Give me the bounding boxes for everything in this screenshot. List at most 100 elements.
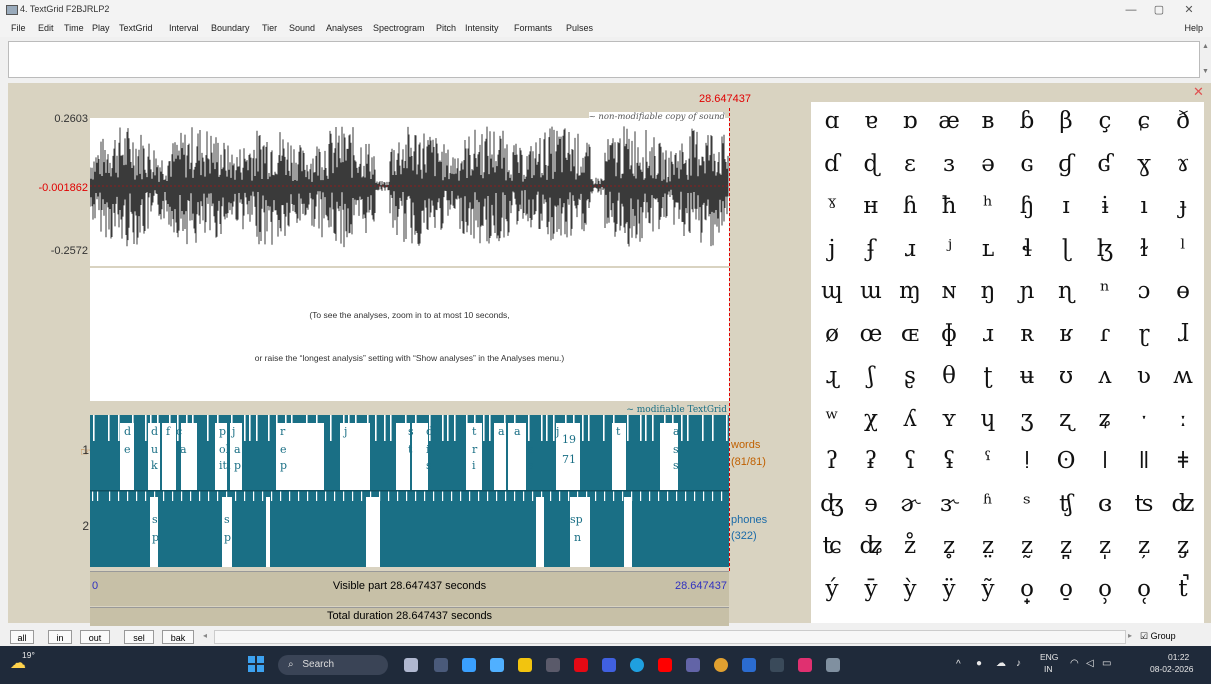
taskbar-search[interactable]: ⌕ Search [278, 655, 388, 675]
ipa-symbol[interactable]: ʄ [852, 236, 890, 262]
visible-part-bar[interactable]: 0 Visible part 28.647437 seconds 28.6474… [90, 571, 729, 606]
chrome-icon[interactable] [714, 658, 728, 672]
ipa-symbol[interactable]: ʈ [969, 363, 1007, 389]
ipa-symbol[interactable]: z̪ [1047, 533, 1085, 559]
minimize-button[interactable]: — [1116, 2, 1146, 18]
word-boundary-28[interactable] [375, 415, 377, 441]
ipa-symbol[interactable]: z̥ [930, 533, 968, 559]
checkbox-icon[interactable]: ☑ [1140, 631, 1148, 641]
phone-boundary-40[interactable] [451, 491, 453, 501]
ipa-symbol[interactable]: ʡ [852, 448, 890, 474]
region-label[interactable]: IN [1044, 664, 1053, 674]
analysis-area[interactable]: (To see the analyses, zoom in to at most… [90, 268, 729, 401]
word-boundary-14[interactable] [244, 415, 246, 441]
textgrid-area[interactable]: d e d u k f c a p ol iti j a p r e p j s t d i s t r i a a s s j 19 71 t a… [90, 405, 729, 567]
app2-icon[interactable] [602, 658, 616, 672]
file-explorer-icon[interactable] [518, 658, 532, 672]
phone-boundary-51[interactable] [550, 491, 552, 501]
ipa-symbol[interactable]: ɲ [1008, 278, 1046, 304]
ipa-symbol[interactable]: o̠ [1047, 576, 1085, 602]
word-boundary-4[interactable] [145, 415, 147, 441]
phone-boundary-34[interactable] [397, 491, 399, 501]
ipa-symbol[interactable]: ʧ [1047, 491, 1085, 517]
ipa-symbol[interactable]: ǁ [1125, 448, 1163, 474]
ipa-symbol[interactable]: ǀ [1086, 448, 1124, 474]
ipa-symbol[interactable]: ʤ [813, 491, 851, 517]
phone-boundary-15[interactable] [226, 491, 228, 501]
ipa-symbol[interactable]: ʢ [930, 448, 968, 474]
total-duration-bar[interactable]: Total duration 28.647437 seconds [90, 607, 729, 626]
ipa-symbol[interactable]: ɥ [969, 406, 1007, 432]
phone-boundary-65[interactable] [676, 491, 678, 501]
ipa-symbol[interactable]: o̹ [1086, 576, 1124, 602]
phone-boundary-8[interactable] [163, 491, 165, 501]
clock-date[interactable]: 08-02-2026 [1150, 664, 1193, 674]
ipa-symbol[interactable]: ʑ [1086, 406, 1124, 432]
ipa-symbol[interactable]: ɣ [1125, 151, 1163, 177]
phone-boundary-42[interactable] [469, 491, 471, 501]
menu-formants[interactable]: Formants [514, 23, 552, 33]
ipa-symbol[interactable]: ɫ [1125, 236, 1163, 262]
ipa-symbol[interactable]: ʕ [891, 448, 929, 474]
ipa-symbol[interactable]: ỹ [969, 576, 1007, 602]
ipa-symbol[interactable]: t̚ [1164, 576, 1202, 602]
menu-boundary[interactable]: Boundary [211, 23, 250, 33]
scroll-up-icon[interactable]: ▲ [1202, 43, 1209, 50]
word-boundary-44[interactable] [541, 415, 543, 441]
ipa-symbol[interactable]: ɗ [813, 151, 851, 177]
ipa-symbol[interactable]: ɳ [1047, 278, 1085, 304]
ipa-symbol[interactable]: ɹ [969, 321, 1007, 347]
ipa-symbol[interactable]: ˑ [1125, 406, 1163, 432]
ipa-symbol[interactable]: θ [930, 363, 968, 389]
ipa-symbol[interactable]: ɝ [930, 491, 968, 517]
ipa-symbol[interactable]: ɹ [891, 236, 929, 262]
phone-boundary-29[interactable] [352, 491, 354, 501]
ipa-symbol[interactable]: ʜ [852, 193, 890, 219]
ipa-symbol[interactable]: ɯ [852, 278, 890, 304]
ipa-symbol[interactable]: ɸ [930, 321, 968, 347]
phone-boundary-57[interactable] [604, 491, 606, 501]
phone-boundary-13[interactable] [208, 491, 210, 501]
phone-boundary-62[interactable] [649, 491, 651, 501]
word-boundary-35[interactable] [447, 415, 449, 441]
ipa-symbol[interactable]: ˡ [1164, 236, 1202, 262]
scroll-right-icon[interactable]: ▸ [1128, 631, 1132, 640]
phone-boundary-16[interactable] [235, 491, 237, 501]
phone-boundary-2[interactable] [109, 491, 111, 501]
ipa-symbol[interactable]: ʊ [1047, 363, 1085, 389]
ipa-symbol[interactable]: ʎ [891, 406, 929, 432]
battery-icon[interactable]: ▭ [1102, 658, 1111, 669]
ipa-symbol[interactable]: ʟ [969, 236, 1007, 262]
word-boundary-53[interactable] [627, 415, 629, 441]
word-boundary-63[interactable] [726, 415, 728, 441]
ipa-symbol[interactable]: ÿ [930, 576, 968, 602]
word-boundary-27[interactable] [367, 415, 369, 441]
ipa-symbol[interactable]: ỳ [891, 576, 929, 602]
phone-boundary-26[interactable] [325, 491, 327, 501]
phone-boundary-55[interactable] [586, 491, 588, 501]
word-boundary-62[interactable] [712, 415, 714, 441]
ipa-symbol[interactable]: ʋ [1125, 363, 1163, 389]
ipa-symbol[interactable]: ɛ [891, 151, 929, 177]
ipa-symbol[interactable]: ʦ [1125, 491, 1163, 517]
ipa-symbol[interactable]: ɵ [1164, 278, 1202, 304]
phone-boundary-69[interactable] [712, 491, 714, 501]
ipa-symbol[interactable]: ð [1164, 108, 1202, 134]
phone-boundary-31[interactable] [370, 491, 372, 501]
word-boundary-10[interactable] [192, 415, 194, 441]
ipa-symbol[interactable]: ǂ [1164, 448, 1202, 474]
menu-spectrogram[interactable]: Spectrogram [373, 23, 425, 33]
copilot-icon[interactable] [404, 658, 418, 672]
menu-time[interactable]: Time [64, 23, 84, 33]
ipa-symbol[interactable]: ɜ [930, 151, 968, 177]
phone-boundary-58[interactable] [613, 491, 615, 501]
ipa-symbol[interactable]: ˢ [1008, 491, 1046, 517]
ipa-symbol[interactable]: ː [1164, 406, 1202, 432]
netflix-icon[interactable] [574, 658, 588, 672]
word-boundary-55[interactable] [645, 415, 647, 441]
wifi-icon[interactable]: ◠ [1070, 658, 1079, 669]
ipa-symbol[interactable]: ý [813, 576, 851, 602]
phone-boundary-12[interactable] [199, 491, 201, 501]
ipa-symbol[interactable]: ɬ [1008, 236, 1046, 262]
group-checkbox[interactable]: ☑ Group [1140, 631, 1176, 642]
